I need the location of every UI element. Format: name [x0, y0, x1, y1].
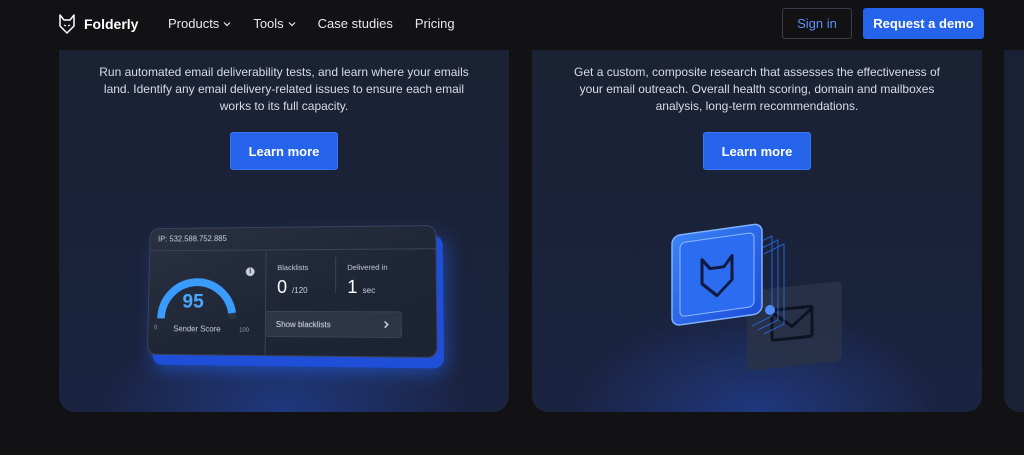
folderly-block — [671, 223, 763, 326]
nav-item-tools[interactable]: Tools — [253, 16, 296, 31]
nav-item-products[interactable]: Products — [168, 16, 231, 31]
card-description: Run automated email deliverability tests… — [99, 65, 469, 113]
nav-item-label: Tools — [253, 16, 284, 31]
nav-item-pricing[interactable]: Pricing — [415, 16, 455, 31]
nav-item-label: Pricing — [414, 16, 455, 31]
logo[interactable]: Folderly — [58, 14, 138, 34]
divider — [150, 248, 436, 252]
gauge-min: 0 — [154, 325, 158, 332]
nav-item-label: Products — [168, 16, 220, 31]
sender-score-widget: IP: 532.588.752.885 95 Sender Score 0 10… — [146, 224, 438, 359]
card-description: Get a custom, composite research that as… — [574, 65, 940, 113]
info-icon[interactable]: i — [245, 267, 255, 277]
divider — [264, 249, 267, 356]
chevron-down-icon — [223, 21, 231, 26]
ip-address: IP: 532.588.752.885 — [157, 234, 227, 244]
blacklists-value: 0 /120 — [277, 277, 308, 297]
logo-text: Folderly — [84, 16, 139, 32]
sign-in-button[interactable]: Sign in — [782, 8, 852, 39]
folder-mail-illustration — [671, 223, 842, 371]
fox-logo-icon — [59, 14, 75, 34]
delivered-value: 1 sec — [347, 276, 376, 298]
show-blacklists-button[interactable]: Show blacklists — [264, 310, 402, 339]
email-audit-card: Get a custom, composite research that as… — [532, 36, 982, 412]
learn-more-button[interactable]: Learn more — [703, 132, 811, 170]
nav-item-case-studies[interactable]: Case studies — [318, 16, 393, 31]
nav-item-label: Case studies — [317, 16, 393, 31]
sender-score-value: 95 — [182, 291, 205, 313]
learn-more-button[interactable]: Learn more — [230, 132, 338, 170]
gauge-max: 100 — [239, 327, 250, 334]
sender-score-label: Sender Score — [173, 324, 221, 334]
next-card-partial — [1004, 36, 1024, 412]
deliverability-test-card: Run automated email deliverability tests… — [59, 36, 509, 412]
show-blacklists-label: Show blacklists — [275, 319, 331, 329]
divider — [335, 256, 337, 294]
request-demo-button[interactable]: Request a demo — [863, 8, 984, 39]
blacklists-label: Blacklists — [277, 263, 309, 273]
nav-links: Products Tools Case studies Pricing — [168, 16, 477, 31]
chevron-right-icon — [382, 321, 390, 329]
status-dot — [765, 305, 775, 315]
chevron-down-icon — [288, 21, 296, 26]
delivered-label: Delivered in — [347, 262, 388, 272]
top-nav: Folderly Products Tools Case studies Pri… — [0, 0, 1024, 50]
